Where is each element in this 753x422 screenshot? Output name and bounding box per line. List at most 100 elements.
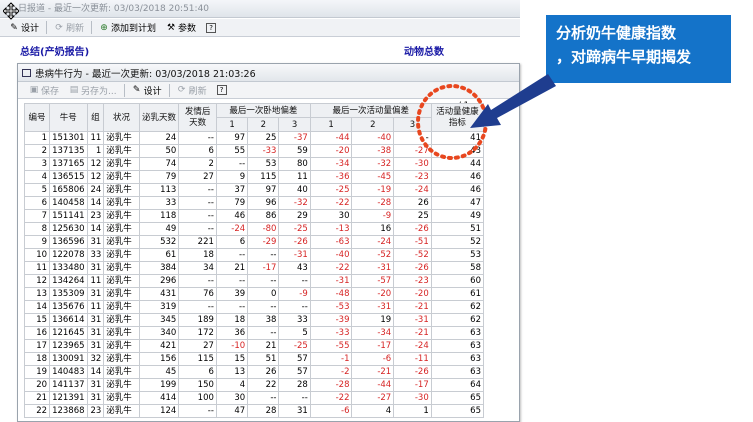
cell-lying-1[interactable]: 18 (215, 313, 249, 327)
cell-status[interactable]: 泌乳牛 (103, 391, 140, 405)
cell-days-since-heat[interactable]: 150 (178, 378, 217, 392)
cell-health-index[interactable]: 65 (430, 404, 485, 418)
cell-lying-1[interactable]: 46 (215, 209, 249, 223)
cell-group[interactable]: 32 (86, 352, 105, 366)
col-header-cow-no[interactable]: 牛号 (49, 103, 88, 132)
table-row[interactable]: 10 122078 33 泌乳牛 61 18 -- -- -31 -40 -52 -52 53 (23, 248, 485, 262)
cell-lying-3[interactable]: 28 (278, 378, 311, 392)
cell-activity-3[interactable]: -24 (393, 339, 432, 353)
cell-lying-2[interactable]: 53 (247, 157, 280, 171)
cell-lying-2[interactable]: 96 (247, 196, 280, 210)
col-header-activity-3[interactable]: 3 (393, 117, 432, 132)
cell-lying-2[interactable]: 25 (247, 131, 280, 145)
cell-lying-1[interactable]: 37 (215, 183, 249, 197)
table-row[interactable]: 11 133480 31 泌乳牛 384 34 21 -17 43 -22 -31 -26 58 (23, 261, 485, 275)
cell-days-since-heat[interactable]: -- (178, 131, 217, 145)
cell-activity-1[interactable]: -25 (309, 183, 353, 197)
cell-status[interactable]: 泌乳牛 (103, 326, 140, 340)
col-header-days-since-heat[interactable]: 发情后天数 (178, 103, 217, 132)
table-row[interactable]: 9 136596 31 泌乳牛 532 221 6 -29 -26 -63 -24 -51 52 (23, 235, 485, 249)
cell-cow-no[interactable]: 140483 (49, 365, 88, 379)
table-row[interactable]: 13 135309 31 泌乳牛 431 76 39 0 -9 -48 -20 -20 61 (23, 287, 485, 301)
cell-group[interactable]: 31 (86, 326, 105, 340)
cell-status[interactable]: 泌乳牛 (103, 339, 140, 353)
col-header-status[interactable]: 状况 (103, 103, 140, 132)
cell-cow-no[interactable]: 134264 (49, 274, 88, 288)
cell-dim[interactable]: 340 (138, 326, 180, 340)
cell-cow-no[interactable]: 123965 (49, 339, 88, 353)
cell-health-index[interactable]: 63 (430, 339, 485, 353)
cell-activity-1[interactable]: -31 (309, 274, 353, 288)
cell-activity-1[interactable]: -33 (309, 326, 353, 340)
cell-days-since-heat[interactable]: 6 (178, 144, 217, 158)
cell-activity-2[interactable]: -19 (351, 183, 395, 197)
cell-status[interactable]: 泌乳牛 (103, 274, 140, 288)
cell-lying-1[interactable]: 4 (215, 378, 249, 392)
cell-health-index[interactable]: 51 (430, 222, 485, 236)
cell-health-index[interactable]: 44 (430, 157, 485, 171)
cell-dim[interactable]: 156 (138, 352, 180, 366)
add-to-plan-button[interactable]: ⊕ 添加到计划 (96, 20, 159, 35)
cell-activity-2[interactable]: -21 (351, 365, 395, 379)
cell-status[interactable]: 泌乳牛 (103, 170, 140, 184)
cell-activity-2[interactable]: -28 (351, 196, 395, 210)
cell-index[interactable]: 15 (23, 313, 51, 327)
cell-group[interactable]: 11 (86, 131, 105, 145)
cell-group[interactable]: 23 (86, 209, 105, 223)
cell-activity-1[interactable]: -13 (309, 222, 353, 236)
cell-status[interactable]: 泌乳牛 (103, 157, 140, 171)
cell-group[interactable]: 23 (86, 404, 105, 418)
cell-activity-3[interactable]: -52 (393, 248, 432, 262)
cell-lying-3[interactable]: -37 (278, 131, 311, 145)
cell-days-since-heat[interactable]: 172 (178, 326, 217, 340)
cell-group[interactable]: 33 (86, 248, 105, 262)
cell-index[interactable]: 10 (23, 248, 51, 262)
table-row[interactable]: 21 121391 31 泌乳牛 414 100 30 -- -- -22 -27 -30 65 (23, 391, 485, 405)
cell-health-index[interactable]: 62 (430, 313, 485, 327)
cell-cow-no[interactable]: 151141 (49, 209, 88, 223)
cell-activity-1[interactable]: -55 (309, 339, 353, 353)
col-header-lying-2[interactable]: 2 (247, 117, 280, 132)
cell-days-since-heat[interactable]: -- (178, 209, 217, 223)
cell-activity-1[interactable]: -40 (309, 248, 353, 262)
cell-lying-3[interactable]: 43 (278, 261, 311, 275)
cell-lying-1[interactable]: 15 (215, 352, 249, 366)
cell-index[interactable]: 3 (23, 157, 51, 171)
cell-group[interactable]: 31 (86, 235, 105, 249)
cell-lying-3[interactable]: 59 (278, 144, 311, 158)
cell-lying-1[interactable]: 55 (215, 144, 249, 158)
cell-activity-2[interactable]: -27 (351, 391, 395, 405)
cell-cow-no[interactable]: 135676 (49, 300, 88, 314)
cell-cow-no[interactable]: 122078 (49, 248, 88, 262)
cell-activity-1[interactable]: -36 (309, 170, 353, 184)
cell-days-since-heat[interactable]: -- (178, 222, 217, 236)
table-row[interactable]: 19 140483 14 泌乳牛 45 6 13 26 57 -2 -21 -26 63 (23, 365, 485, 379)
table-row[interactable]: 15 136614 31 泌乳牛 345 189 18 38 33 -39 19 -31 62 (23, 313, 485, 327)
table-row[interactable]: 4 136515 12 泌乳牛 79 27 9 115 11 -36 -45 -23 46 (23, 170, 485, 184)
cell-activity-1[interactable]: -63 (309, 235, 353, 249)
cell-index[interactable]: 1 (23, 131, 51, 145)
cell-days-since-heat[interactable]: 27 (178, 170, 217, 184)
cell-lying-2[interactable]: -29 (247, 235, 280, 249)
col-header-index[interactable]: 编号 (23, 103, 51, 132)
cell-activity-2[interactable]: -52 (351, 248, 395, 262)
cell-index[interactable]: 12 (23, 274, 51, 288)
cell-index[interactable]: 17 (23, 339, 51, 353)
cell-group[interactable]: 11 (86, 274, 105, 288)
cell-health-index[interactable]: 64 (430, 378, 485, 392)
cell-status[interactable]: 泌乳牛 (103, 248, 140, 262)
cell-activity-3[interactable]: -51 (393, 235, 432, 249)
cell-activity-1[interactable]: -39 (309, 313, 353, 327)
cell-lying-3[interactable]: -26 (278, 235, 311, 249)
cell-activity-2[interactable]: -9 (351, 209, 395, 223)
summary-report-link[interactable]: 总结(产奶报告) (20, 43, 89, 58)
table-row[interactable]: 7 151141 23 泌乳牛 118 -- 46 86 29 30 -9 25 49 (23, 209, 485, 223)
cell-activity-1[interactable]: -22 (309, 261, 353, 275)
cell-index[interactable]: 5 (23, 183, 51, 197)
table-row[interactable]: 12 134264 11 泌乳牛 296 -- -- -- -- -31 -57 -23 60 (23, 274, 485, 288)
cell-cow-no[interactable]: 121391 (49, 391, 88, 405)
cell-dim[interactable]: 49 (138, 222, 180, 236)
cell-activity-2[interactable]: -45 (351, 170, 395, 184)
cell-activity-2[interactable]: -57 (351, 274, 395, 288)
cell-cow-no[interactable]: 140458 (49, 196, 88, 210)
